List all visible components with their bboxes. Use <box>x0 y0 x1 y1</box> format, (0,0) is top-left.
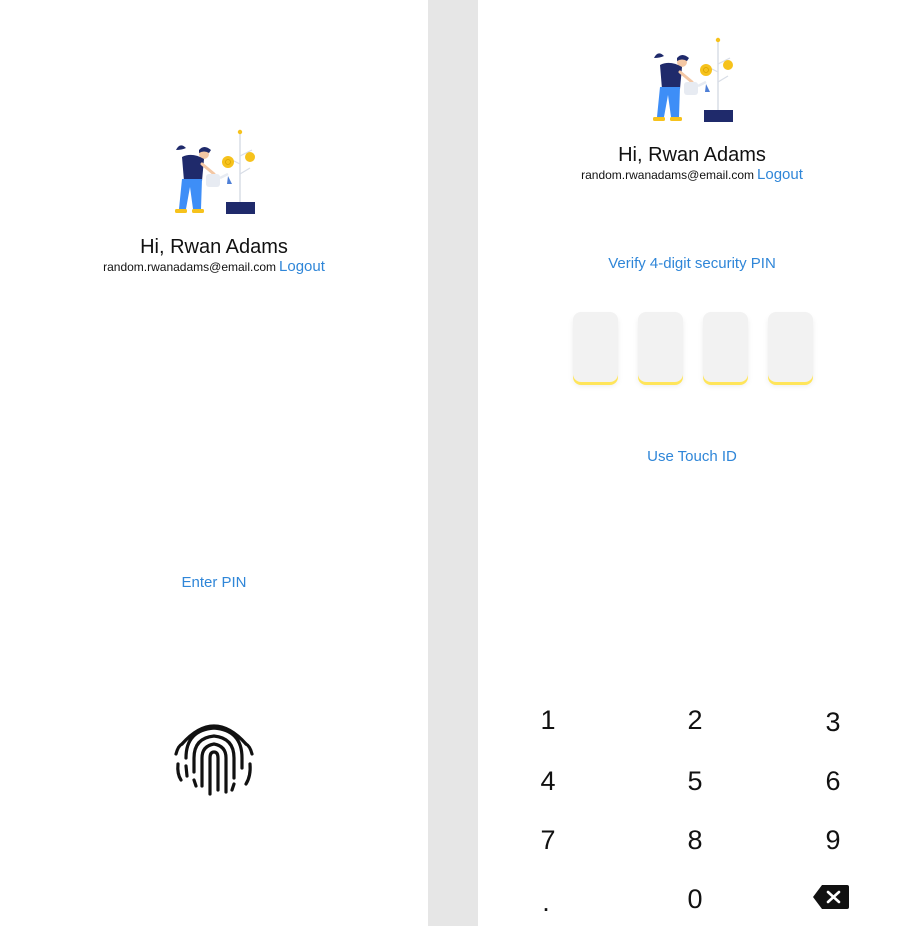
backspace-icon[interactable] <box>812 884 850 910</box>
keypad-key-4[interactable]: 4 <box>518 759 578 803</box>
user-email: random.rwanadams@email.com <box>581 168 755 182</box>
verify-pin-title: Verify 4-digit security PIN <box>608 255 776 272</box>
pin-digit-box[interactable] <box>703 312 748 382</box>
use-touch-id-link[interactable]: Use Touch ID <box>478 448 906 465</box>
pin-digit-box[interactable] <box>573 312 618 382</box>
keypad-key-6[interactable]: 6 <box>803 759 863 803</box>
plant-watering-illustration <box>175 129 255 214</box>
account-line: random.rwanadams@email.com Logout <box>478 166 906 183</box>
account-line: random.rwanadams@email.com Logout <box>0 258 428 275</box>
pin-login-screen: Hi, Rwan Adams random.rwanadams@email.co… <box>478 0 906 926</box>
keypad-key-9[interactable]: 9 <box>803 818 863 862</box>
fingerprint-icon[interactable] <box>172 714 256 798</box>
user-greeting: Hi, Rwan Adams <box>618 144 766 166</box>
keypad-key-7[interactable]: 7 <box>518 818 578 862</box>
screen-divider <box>428 0 478 926</box>
keypad-key-dot[interactable]: . <box>516 880 576 924</box>
keypad-key-5[interactable]: 5 <box>665 759 725 803</box>
pin-digit-box[interactable] <box>768 312 813 382</box>
keypad-key-3[interactable]: 3 <box>803 700 863 744</box>
touch-login-screen: Hi, Rwan Adams random.rwanadams@email.co… <box>0 0 428 926</box>
keypad-key-1[interactable]: 1 <box>518 698 578 742</box>
plant-watering-illustration <box>653 37 733 122</box>
logout-link[interactable]: Logout <box>279 258 325 275</box>
enter-pin-link[interactable]: Enter PIN <box>0 574 428 591</box>
keypad-key-8[interactable]: 8 <box>665 818 725 862</box>
pin-digit-box[interactable] <box>638 312 683 382</box>
keypad-key-2[interactable]: 2 <box>665 698 725 742</box>
user-email: random.rwanadams@email.com <box>103 260 277 274</box>
logout-link[interactable]: Logout <box>757 166 803 183</box>
keypad-key-0[interactable]: 0 <box>665 877 725 921</box>
user-greeting: Hi, Rwan Adams <box>140 236 288 258</box>
